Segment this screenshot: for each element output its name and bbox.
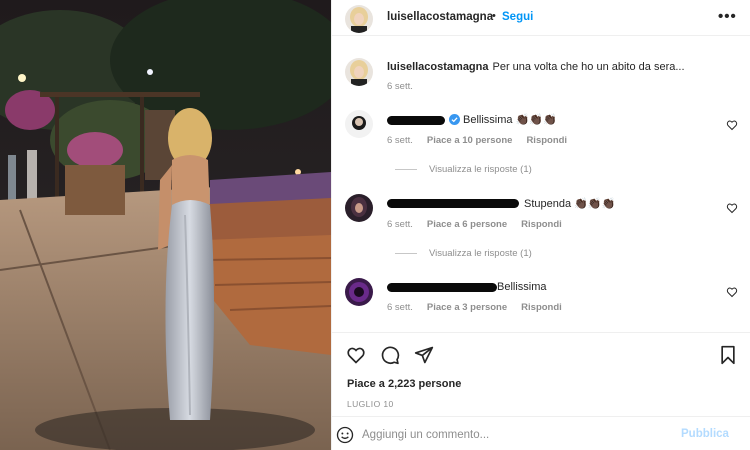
- commenter-avatar[interactable]: [345, 110, 373, 138]
- redacted-username: [387, 283, 497, 292]
- redacted-username: [387, 199, 519, 208]
- share-icon[interactable]: [414, 345, 434, 365]
- comment-text: Stupenda 👏🏿👏🏿👏🏿: [524, 198, 616, 210]
- publish-button[interactable]: Pubblica: [681, 428, 729, 440]
- caption-time[interactable]: 6 sett.: [387, 81, 413, 92]
- view-replies-label: Visualizza le risposte (1): [429, 248, 532, 259]
- verified-icon: [449, 114, 460, 125]
- view-replies-label: Visualizza le risposte (1): [429, 164, 532, 175]
- comment-meta: 6 sett. Piace a 3 persone Rispondi: [387, 302, 576, 313]
- reply-button[interactable]: Rispondi: [521, 219, 562, 230]
- separator-dot: •: [492, 10, 496, 22]
- post-date[interactable]: LUGLIO 10: [347, 399, 394, 409]
- replies-divider: [395, 169, 417, 170]
- comment-heart-icon[interactable]: [726, 286, 738, 298]
- post-photo[interactable]: [0, 0, 331, 450]
- post-image: [0, 0, 331, 450]
- comment-heart-icon[interactable]: [726, 202, 738, 214]
- replies-divider: [395, 253, 417, 254]
- author-username[interactable]: luisellacostamagna: [387, 11, 493, 23]
- comment-text: Bellissima: [497, 281, 547, 293]
- view-replies-button[interactable]: Visualizza le risposte (1): [395, 248, 532, 259]
- add-comment-bar: Pubblica: [332, 416, 750, 450]
- post-likes-count[interactable]: Piace a 2,223 persone: [347, 378, 461, 390]
- follow-button[interactable]: Segui: [502, 11, 533, 23]
- comment-text: Bellissima 👏🏿👏🏿👏🏿: [463, 114, 557, 126]
- bookmark-icon[interactable]: [718, 345, 738, 365]
- comment-time[interactable]: 6 sett.: [387, 302, 413, 313]
- caption-username[interactable]: luisellacostamagna: [387, 61, 489, 73]
- reply-button[interactable]: Rispondi: [521, 302, 562, 313]
- redacted-username: [387, 116, 445, 125]
- commenter-avatar[interactable]: [345, 194, 373, 222]
- caption: luisellacostamagna Per una volta che ho u…: [387, 61, 685, 73]
- comment-meta: 6 sett. Piace a 6 persone Rispondi: [387, 219, 576, 230]
- caption-text: Per una volta che ho un abito da sera...: [492, 61, 685, 73]
- comment-time[interactable]: 6 sett.: [387, 219, 413, 230]
- comment-likes[interactable]: Piace a 10 persone: [427, 135, 513, 146]
- post-details-panel: luisellacostamagna • Segui ••• luisellac…: [331, 0, 750, 450]
- commenter-avatar[interactable]: [345, 278, 373, 306]
- comment-time[interactable]: 6 sett.: [387, 135, 413, 146]
- comment-likes[interactable]: Piace a 3 persone: [427, 302, 507, 313]
- comment-input[interactable]: [362, 425, 662, 445]
- reply-button[interactable]: Rispondi: [526, 135, 567, 146]
- comment-heart-icon[interactable]: [726, 119, 738, 131]
- more-icon[interactable]: •••: [718, 8, 737, 25]
- author-avatar[interactable]: [345, 5, 373, 33]
- caption-avatar[interactable]: [345, 58, 373, 86]
- comment-meta: 6 sett. Piace a 10 persone Rispondi: [387, 135, 581, 146]
- emoji-icon[interactable]: [336, 426, 354, 444]
- view-replies-button[interactable]: Visualizza le risposte (1): [395, 164, 532, 175]
- action-bar: [332, 332, 750, 372]
- comment-icon[interactable]: [380, 345, 400, 365]
- comment-likes[interactable]: Piace a 6 persone: [427, 219, 507, 230]
- post-header: luisellacostamagna • Segui •••: [332, 0, 750, 36]
- heart-icon[interactable]: [346, 345, 366, 365]
